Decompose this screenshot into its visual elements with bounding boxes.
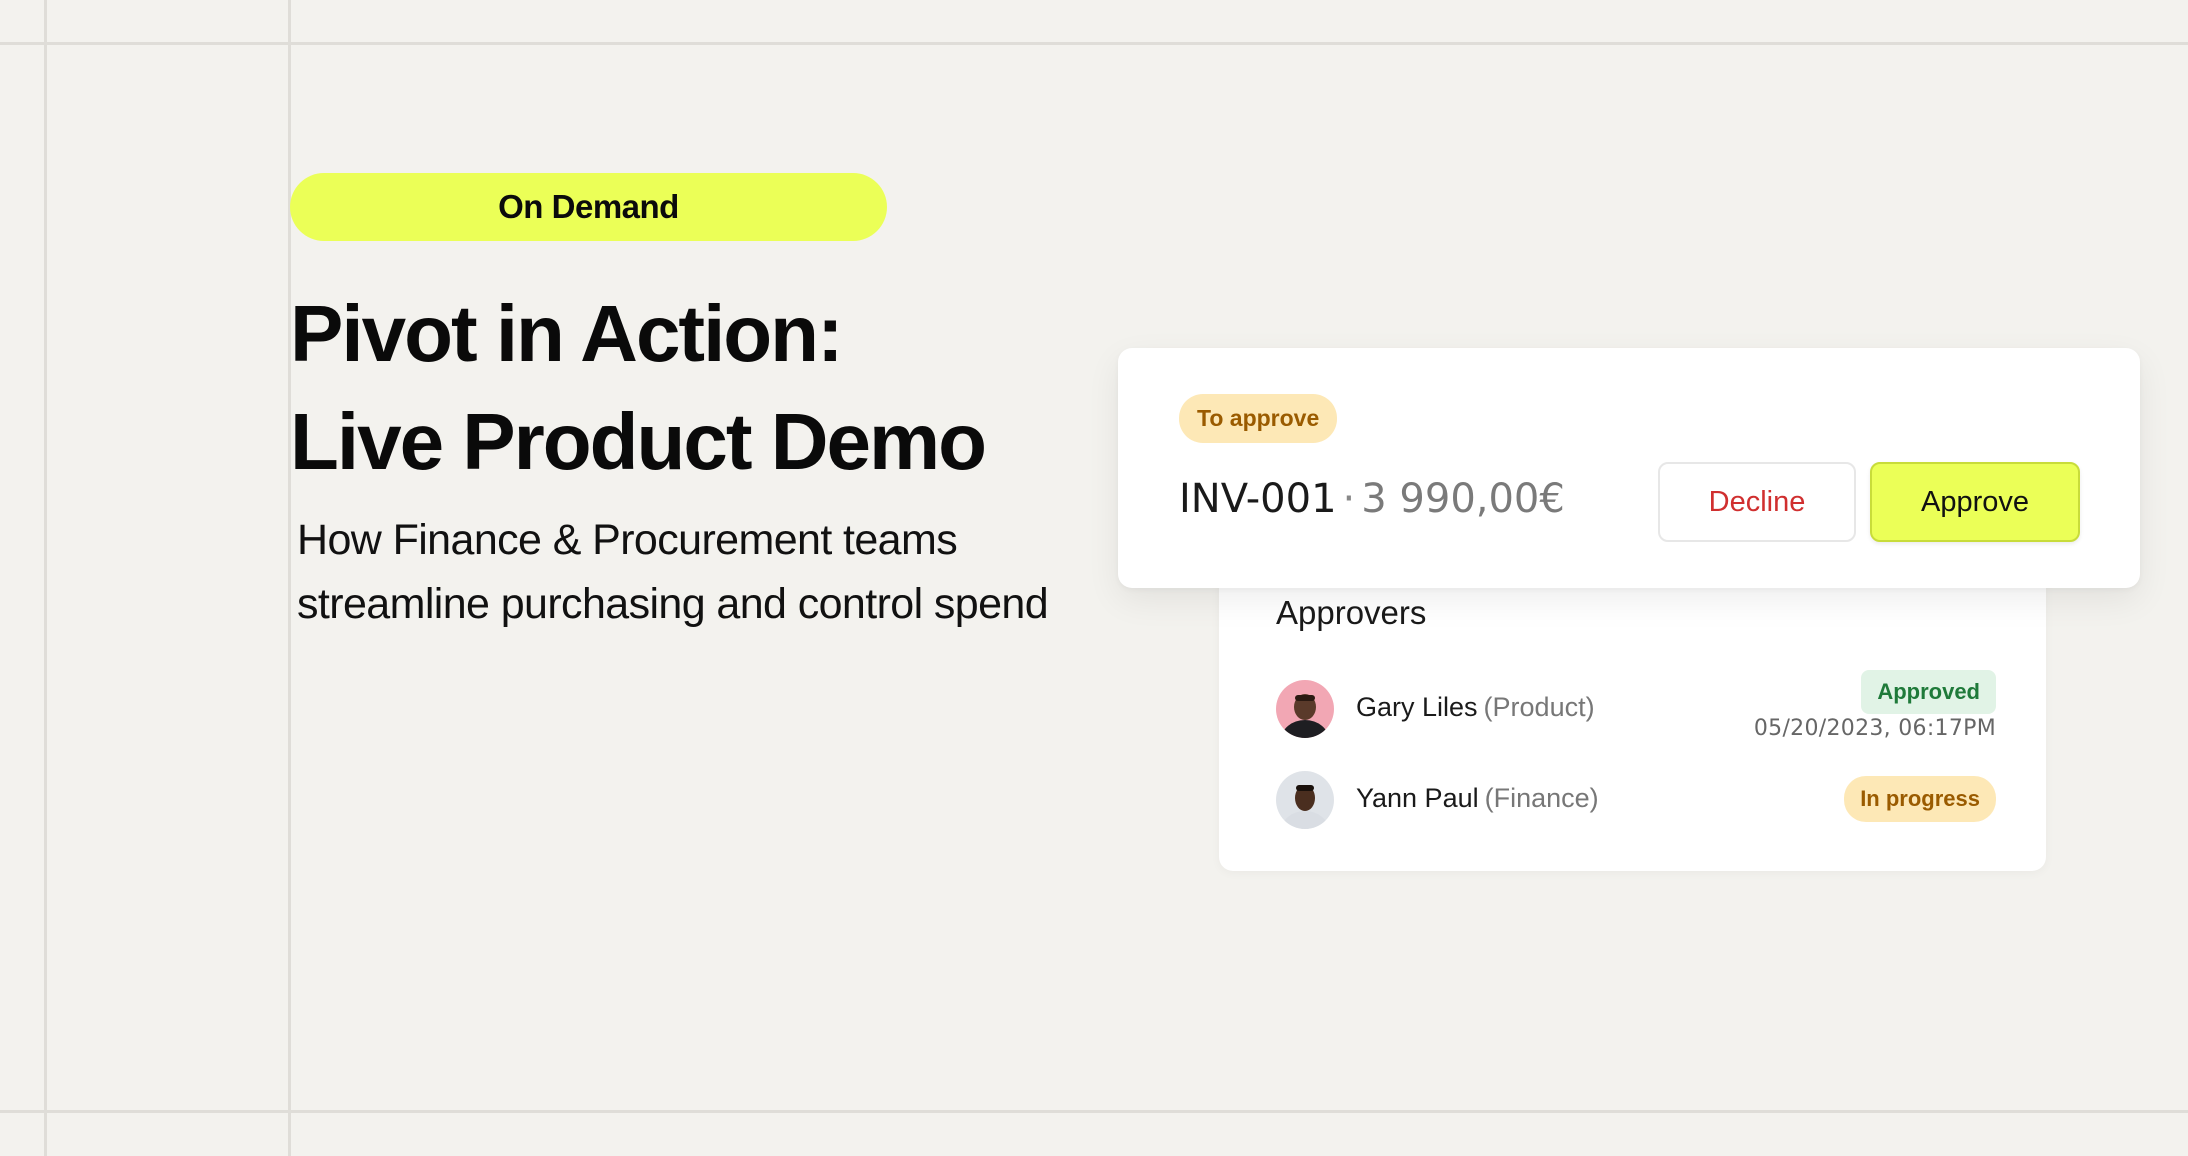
- page-subtitle: How Finance & Procurement teams streamli…: [297, 508, 1049, 636]
- title-line-2: Live Product Demo: [290, 397, 987, 486]
- subtitle-line-1: How Finance & Procurement teams: [297, 516, 958, 564]
- status-badge: To approve: [1179, 394, 1338, 443]
- on-demand-badge: On Demand: [290, 173, 887, 241]
- decline-button[interactable]: Decline: [1658, 462, 1856, 542]
- grid-line-left: [44, 0, 47, 1156]
- approval-timestamp: 05/20/2023, 06:17PM: [1753, 716, 1996, 741]
- subtitle-line-2: streamline purchasing and control spend: [297, 580, 1049, 628]
- invoice-id: INV-001: [1179, 476, 1337, 522]
- approver-name: Gary Liles (Product): [1356, 692, 1595, 723]
- avatar-gary-icon: [1276, 680, 1334, 738]
- approver-dept: (Product): [1483, 692, 1595, 722]
- approver-row: Yann Paul (Finance) In progress: [1276, 771, 1996, 831]
- approvers-card: Approvers Gary Liles (Product) Approved 0…: [1219, 560, 2046, 871]
- avatar-yann-icon: [1276, 771, 1334, 829]
- on-demand-label: On Demand: [498, 188, 679, 225]
- invoice-summary: INV-001 · 3 990,00€: [1179, 476, 1565, 522]
- avatar: [1276, 680, 1334, 738]
- grid-line-inner: [288, 0, 291, 1156]
- approver-name: Yann Paul (Finance): [1356, 783, 1599, 814]
- status-badge: Approved: [1861, 670, 1996, 714]
- status-badge: In progress: [1844, 776, 1996, 822]
- avatar: [1276, 771, 1334, 829]
- approvers-heading: Approvers: [1276, 594, 1427, 631]
- page-title: Pivot in Action: Live Product Demo: [290, 280, 987, 496]
- grid-line-bottom: [0, 1110, 2188, 1113]
- title-line-1: Pivot in Action:: [290, 289, 844, 378]
- approver-row: Gary Liles (Product) Approved 05/20/2023,…: [1276, 670, 1996, 741]
- approver-name-text: Yann Paul: [1356, 783, 1479, 813]
- approver-name-text: Gary Liles: [1356, 692, 1478, 722]
- approver-dept: (Finance): [1484, 783, 1599, 813]
- invoice-separator: ·: [1342, 476, 1356, 522]
- invoice-card: To approve INV-001 · 3 990,00€ Decline App…: [1118, 348, 2140, 588]
- invoice-amount: 3 990,00€: [1361, 476, 1565, 522]
- approve-button[interactable]: Approve: [1870, 462, 2080, 542]
- grid-line-top: [0, 42, 2188, 45]
